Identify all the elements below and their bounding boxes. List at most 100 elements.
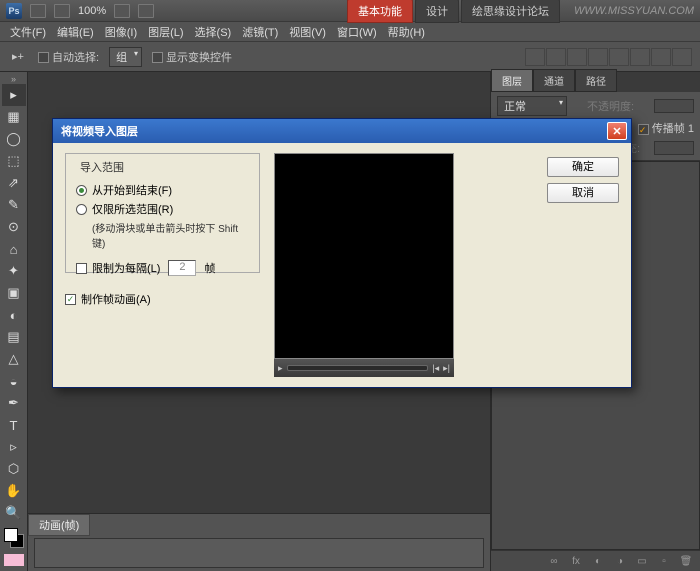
align-left-icon[interactable] — [525, 48, 545, 66]
import-range-legend: 导入范围 — [76, 159, 128, 175]
layout-icon[interactable] — [30, 4, 46, 18]
menu-window[interactable]: 窗口(W) — [333, 22, 381, 42]
adjustment-layer-icon[interactable]: ◑ — [612, 554, 628, 568]
move-tool-icon: ▸+ — [8, 48, 28, 66]
eraser-tool[interactable]: ◐ — [2, 304, 26, 326]
preview-controls: ▸ |◂ ▸| — [274, 359, 454, 377]
preview-out-icon[interactable]: ▸| — [443, 363, 450, 374]
limit-value-input[interactable]: 2 — [168, 260, 196, 276]
workspace-tab-design[interactable]: 设计 — [415, 0, 459, 23]
menu-edit[interactable]: 编辑(E) — [53, 22, 98, 42]
quickmask-icon[interactable] — [4, 554, 24, 566]
type-tool[interactable]: T — [2, 414, 26, 436]
heal-tool[interactable]: ⊙ — [2, 216, 26, 238]
align-bottom-icon[interactable] — [630, 48, 650, 66]
layer-style-icon[interactable]: fx — [568, 554, 584, 568]
blend-mode-dropdown[interactable]: 正常 — [497, 96, 567, 116]
cancel-button[interactable]: 取消 — [547, 183, 619, 203]
pen-tool[interactable]: ✒ — [2, 392, 26, 414]
align-top-icon[interactable] — [588, 48, 608, 66]
marquee-tool[interactable]: ▦ — [2, 106, 26, 128]
gradient-tool[interactable]: ▤ — [2, 326, 26, 348]
radio-full-range[interactable]: 从开始到结束(F) — [76, 182, 249, 198]
distribute-v-icon[interactable] — [672, 48, 692, 66]
make-frame-animation-checkbox[interactable]: 制作帧动画(A) — [65, 291, 260, 307]
dialog-titlebar[interactable]: 将视频导入图层 ✕ — [53, 119, 631, 143]
new-layer-icon[interactable]: ▫ — [656, 554, 672, 568]
radio-selected-range[interactable]: 仅限所选范围(R) — [76, 201, 249, 217]
menu-file[interactable]: 文件(F) — [6, 22, 50, 42]
opacity-label: 不透明度: — [587, 98, 634, 114]
preview-in-icon[interactable]: |◂ — [432, 363, 439, 374]
color-swatches[interactable] — [4, 528, 24, 548]
watermark: WWW.MISSYUAN.COM — [574, 5, 694, 17]
zoom-level[interactable]: 100% — [78, 5, 106, 17]
close-icon[interactable]: ✕ — [607, 122, 627, 140]
blur-tool[interactable]: △ — [2, 348, 26, 370]
zoom-tool[interactable]: 🔍 — [2, 502, 26, 524]
video-preview: ▸ |◂ ▸| — [274, 153, 454, 377]
menu-filter[interactable]: 滤镜(T) — [238, 22, 282, 42]
eyedropper-tool[interactable]: ✎ — [2, 194, 26, 216]
delete-layer-icon[interactable]: 🗑 — [678, 554, 694, 568]
lasso-tool[interactable]: ◯ — [2, 128, 26, 150]
checkbox-icon — [76, 263, 87, 274]
opacity-field[interactable] — [654, 99, 694, 113]
auto-select-target[interactable]: 组 — [109, 47, 142, 67]
preview-scrubber[interactable] — [287, 365, 429, 371]
animation-frames[interactable] — [34, 538, 484, 568]
menu-select[interactable]: 选择(S) — [191, 22, 236, 42]
limit-frames-checkbox[interactable]: 限制为每隔(L) 2 帧 — [76, 260, 249, 276]
preview-play-icon[interactable]: ▸ — [278, 363, 283, 374]
align-right-icon[interactable] — [567, 48, 587, 66]
group-icon[interactable]: ▭ — [634, 554, 650, 568]
channels-tab[interactable]: 通道 — [533, 69, 575, 92]
link-layers-icon[interactable]: ∞ — [546, 554, 562, 568]
show-transform-checkbox[interactable]: 显示变换控件 — [152, 49, 232, 65]
auto-select-checkbox[interactable]: 自动选择: — [38, 49, 99, 65]
dodge-tool[interactable]: ◒ — [2, 370, 26, 392]
fill-field[interactable] — [654, 141, 694, 155]
range-hint: (移动滑块或单击箭头时按下 Shift 键) — [92, 220, 249, 250]
layers-tab[interactable]: 图层 — [491, 69, 533, 92]
foreground-swatch[interactable] — [4, 528, 18, 542]
align-center-icon[interactable] — [546, 48, 566, 66]
propagate-checkbox[interactable]: 传播帧 1 — [638, 120, 694, 136]
menu-layer[interactable]: 图层(L) — [144, 22, 187, 42]
menu-help[interactable]: 帮助(H) — [384, 22, 429, 42]
toolbox-collapse-icon[interactable]: » — [0, 74, 27, 84]
toolbox: » ▸ ▦ ◯ ⬚ ⇗ ✎ ⊙ ⌂ ✦ ▣ ◐ ▤ △ ◒ ✒ T ▹ ⬡ ✋ … — [0, 72, 28, 571]
history-brush-tool[interactable]: ▣ — [2, 282, 26, 304]
stamp-tool[interactable]: ✦ — [2, 260, 26, 282]
screen-mode-icon[interactable] — [54, 4, 70, 18]
animation-panel: 动画(帧) |◂ ◂ ▸ ▸| ⬡ ▫ 🗑 — [28, 513, 490, 571]
ok-button[interactable]: 确定 — [547, 157, 619, 177]
menu-image[interactable]: 图像(I) — [101, 22, 141, 42]
move-tool[interactable]: ▸ — [2, 84, 26, 106]
options-bar: ▸+ 自动选择: 组 显示变换控件 — [0, 42, 700, 72]
arrange-icon[interactable] — [114, 4, 130, 18]
path-select-tool[interactable]: ▹ — [2, 436, 26, 458]
menu-view[interactable]: 视图(V) — [285, 22, 330, 42]
checkbox-icon — [65, 294, 76, 305]
import-range-fieldset: 导入范围 从开始到结束(F) 仅限所选范围(R) (移动滑块或单击箭头时按下 S… — [65, 153, 260, 273]
dialog-title: 将视频导入图层 — [61, 123, 138, 139]
paths-tab[interactable]: 路径 — [575, 69, 617, 92]
app-titlebar: Ps 100% 基本功能 设计 绘思缘设计论坛 WWW.MISSYUAN.COM — [0, 0, 700, 22]
align-buttons — [525, 48, 692, 66]
shape-tool[interactable]: ⬡ — [2, 458, 26, 480]
crop-tool[interactable]: ⇗ — [2, 172, 26, 194]
distribute-h-icon[interactable] — [651, 48, 671, 66]
hand-tool[interactable]: ✋ — [2, 480, 26, 502]
extras-icon[interactable] — [138, 4, 154, 18]
radio-icon — [76, 185, 87, 196]
radio-icon — [76, 204, 87, 215]
quick-select-tool[interactable]: ⬚ — [2, 150, 26, 172]
workspace-tab-essentials[interactable]: 基本功能 — [347, 0, 413, 23]
layer-mask-icon[interactable]: ◐ — [590, 554, 606, 568]
brush-tool[interactable]: ⌂ — [2, 238, 26, 260]
align-middle-icon[interactable] — [609, 48, 629, 66]
animation-tab[interactable]: 动画(帧) — [28, 514, 90, 536]
workspace-tab-forum[interactable]: 绘思缘设计论坛 — [461, 0, 560, 23]
ps-logo: Ps — [6, 3, 22, 19]
